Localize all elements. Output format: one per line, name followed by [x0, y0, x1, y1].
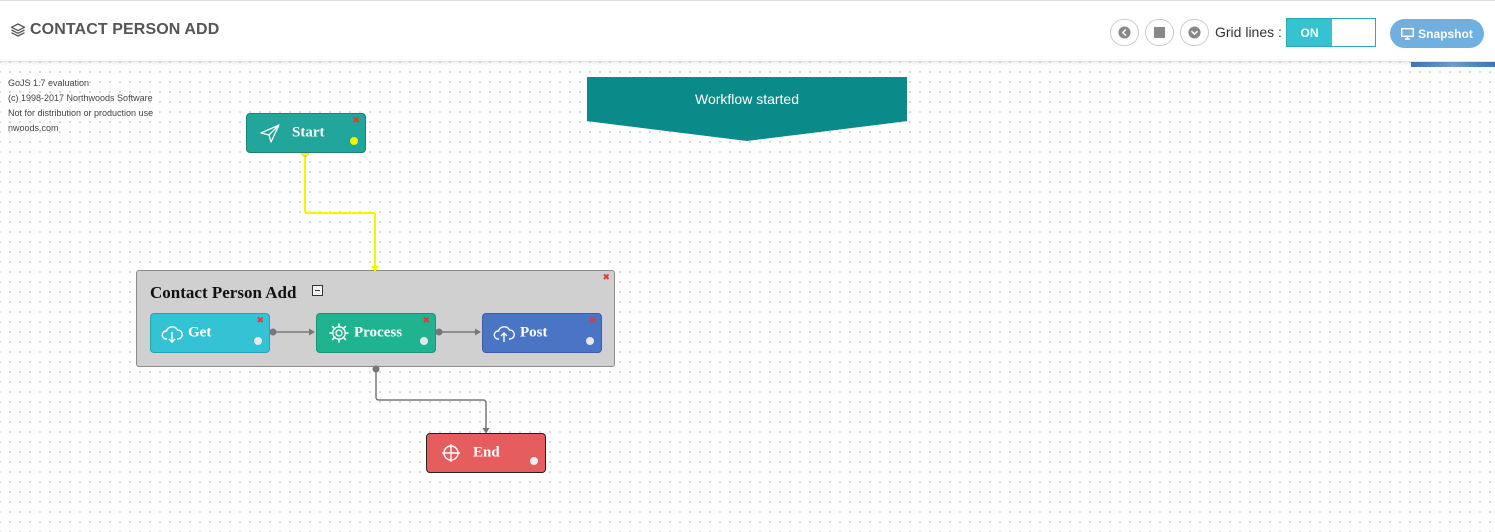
workflow-status-text: Workflow started [695, 91, 799, 107]
overview-strip [1411, 62, 1495, 67]
delete-node-icon[interactable]: ✖ [352, 116, 360, 126]
gear-icon [329, 323, 349, 343]
watermark-line: Not for distribution or production use [8, 108, 154, 118]
stop-button[interactable] [1145, 19, 1174, 46]
gojs-watermark: GoJS 1.7 evaluation (c) 1998-2017 Northw… [8, 76, 153, 136]
process-status-dot [420, 337, 428, 345]
start-node[interactable]: Start ✖ [246, 113, 366, 153]
delete-node-icon[interactable]: ✖ [588, 316, 596, 326]
delete-group-icon[interactable]: ✖ [602, 273, 610, 283]
watermark-line: GoJS 1.7 evaluation [8, 78, 90, 88]
cloud-upload-icon [493, 326, 515, 342]
stop-icon [1154, 27, 1165, 38]
start-status-dot [350, 137, 358, 145]
process-node-label: Process [354, 324, 403, 341]
get-node[interactable]: Get ✖ [150, 313, 270, 353]
grid-toggle-on: ON [1287, 19, 1332, 46]
snapshot-button[interactable]: Snapshot [1390, 19, 1484, 48]
post-node[interactable]: Post ✖ [482, 313, 602, 353]
grid-toggle-off [1332, 19, 1375, 46]
grid-lines-label: Grid lines : [1215, 24, 1282, 40]
send-icon [260, 124, 280, 143]
watermark-line: (c) 1998-2017 Northwoods Software [8, 93, 153, 103]
get-node-label: Get [188, 324, 212, 341]
post-node-label: Post [520, 324, 548, 341]
end-node[interactable]: End [426, 433, 546, 473]
group-title: Contact Person Add [150, 283, 297, 302]
monitor-icon [1401, 27, 1415, 40]
end-status-dot [530, 457, 538, 465]
get-status-dot [254, 337, 262, 345]
delete-node-icon[interactable]: ✖ [256, 316, 264, 326]
arrow-left-circle-icon [1118, 26, 1131, 39]
arrow-down-circle-icon [1188, 26, 1201, 39]
page-title: CONTACT PERSON ADD [30, 21, 220, 38]
snapshot-label: Snapshot [1418, 26, 1473, 41]
grid-lines-toggle[interactable]: ON [1286, 18, 1376, 47]
group-collapse-button[interactable] [312, 285, 323, 296]
crosshair-icon [442, 444, 460, 462]
delete-node-icon[interactable]: ✖ [422, 316, 430, 326]
down-button[interactable] [1180, 19, 1209, 46]
end-node-label: End [473, 444, 500, 461]
watermark-line: nwoods.com [8, 123, 59, 133]
title-area: CONTACT PERSON ADD [10, 21, 219, 39]
start-node-label: Start [292, 124, 325, 141]
app-header: CONTACT PERSON ADD Grid lines : ON Snaps… [0, 0, 1495, 62]
cloud-download-icon [161, 326, 183, 343]
layers-icon [10, 23, 26, 37]
process-node[interactable]: Process ✖ [316, 313, 436, 353]
post-status-dot [586, 337, 594, 345]
back-button[interactable] [1110, 19, 1139, 46]
